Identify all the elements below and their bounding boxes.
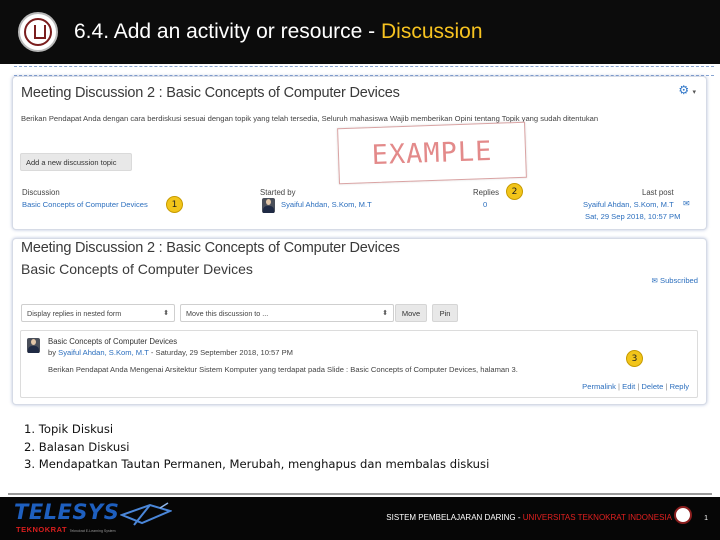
subscribed-label: Subscribed (660, 276, 698, 285)
display-mode-select[interactable]: Display replies in nested form ⬍ (21, 304, 175, 322)
example-stamp-text: EXAMPLE (371, 135, 493, 171)
slide-title-main: 6.4. Add an activity or resource - (74, 20, 381, 43)
slide-header: 6.4. Add an activity or resource - Discu… (0, 0, 720, 64)
footer-text-system: SISTEM PEMBELAJARAN DARING - (386, 513, 521, 522)
pin-button[interactable]: Pin (432, 304, 458, 322)
footer-divider (8, 493, 712, 495)
brand-mortarboard-icon (120, 502, 172, 526)
forum-title: Meeting Discussion 2 : Basic Concepts of… (21, 240, 400, 256)
post-actions: Permalink | Edit | Delete | Reply (582, 382, 689, 391)
callout-badge-2: 2 (506, 183, 523, 200)
post-date: - Saturday, 29 September 2018, 10:57 PM (148, 348, 293, 357)
university-logo-icon (18, 12, 58, 52)
post-author-link[interactable]: Syaiful Ahdan, S.Kom, M.T (58, 348, 149, 357)
add-discussion-topic-button[interactable]: Add a new discussion topic (20, 153, 132, 171)
last-post-author-link[interactable]: Syaiful Ahdan, S.Kom, M.T (583, 200, 674, 209)
started-by-link[interactable]: Syaiful Ahdan, S.Kom, M.T (281, 200, 372, 209)
brand-subtitle: TEKNOKRAT Teknokrat E-Learning System (16, 525, 116, 534)
chevron-down-icon: ⬍ (163, 310, 169, 317)
post-body: Berikan Pendapat Anda Mengenai Arsitektu… (48, 365, 518, 374)
author-avatar[interactable] (262, 198, 275, 213)
discussion-subtitle: Basic Concepts of Computer Devices (21, 261, 253, 277)
move-discussion-value: Move this discussion to ... (186, 308, 269, 318)
slide-title-accent: Discussion (380, 20, 483, 43)
legend-list: 1. Topik Diskusi 2. Balasan Diskusi 3. M… (24, 421, 489, 474)
legend-item: 2. Balasan Diskusi (24, 439, 130, 454)
example-stamp: EXAMPLE (337, 121, 527, 185)
chevron-down-icon: ⬍ (382, 310, 388, 317)
footer-institution-text: SISTEM PEMBELAJARAN DARING - UNIVERSITAS… (386, 513, 672, 522)
author-avatar[interactable] (27, 338, 40, 353)
callout-badge-3: 3 (626, 350, 643, 367)
legend-item: 3. Mendapatkan Tautan Permanen, Merubah,… (24, 457, 490, 471)
legend-item: 1. Topik Diskusi (24, 422, 114, 436)
byline-prefix: by (48, 348, 59, 357)
move-discussion-select[interactable]: Move this discussion to ... ⬍ (180, 304, 394, 322)
forum-overview-panel: Meeting Discussion 2 : Basic Concepts of… (12, 76, 707, 230)
gear-icon[interactable]: ⚙ ▾ (678, 83, 696, 97)
page-number: 1 (704, 515, 708, 522)
subscribed-toggle[interactable]: ✉ Subscribed (652, 276, 699, 285)
callout-badge-1: 1 (166, 196, 183, 213)
discussion-detail-panel: Meeting Discussion 2 : Basic Concepts of… (12, 238, 707, 405)
display-mode-value: Display replies in nested form (27, 308, 122, 318)
reply-link[interactable]: Reply (670, 382, 689, 391)
column-header-replies: Replies (473, 188, 500, 197)
envelope-icon[interactable]: ✉ (683, 199, 690, 208)
brand-subtitle-text: TEKNOKRAT (16, 525, 68, 534)
last-post-date-link[interactable]: Sat, 29 Sep 2018, 10:57 PM (585, 212, 680, 221)
delete-link[interactable]: Delete (641, 382, 663, 391)
university-seal-icon (674, 506, 692, 524)
permalink-link[interactable]: Permalink (582, 382, 616, 391)
replies-count-link[interactable]: 0 (483, 200, 487, 209)
discussion-topic-link[interactable]: Basic Concepts of Computer Devices (22, 200, 148, 209)
footer-text-university: UNIVERSITAS TEKNOKRAT INDONESIA (522, 513, 672, 522)
column-header-discussion: Discussion (22, 188, 60, 197)
decorative-divider (14, 66, 714, 76)
forum-title: Meeting Discussion 2 : Basic Concepts of… (21, 85, 400, 101)
envelope-icon: ✉ (651, 276, 658, 285)
column-header-last-post: Last post (642, 188, 674, 197)
brand-logo-text: TELESYS (14, 500, 120, 524)
brand-tagline: Teknokrat E-Learning System (69, 529, 116, 533)
edit-link[interactable]: Edit (622, 382, 635, 391)
move-button[interactable]: Move (395, 304, 427, 322)
discussion-post: Basic Concepts of Computer Devices by Sy… (20, 330, 698, 398)
slide-title: 6.4. Add an activity or resource - Discu… (74, 20, 483, 44)
column-header-started-by: Started by (260, 188, 296, 197)
post-byline: by Syaiful Ahdan, S.Kom, M.T - Saturday,… (48, 348, 293, 357)
post-subject: Basic Concepts of Computer Devices (48, 337, 178, 346)
